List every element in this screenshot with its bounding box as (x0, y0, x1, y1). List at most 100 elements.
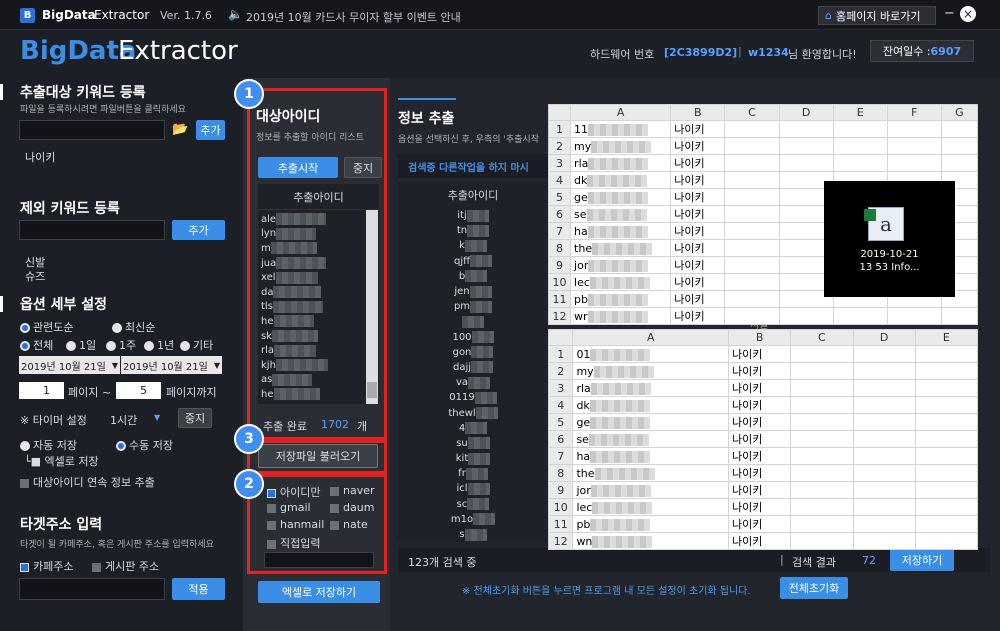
target-input[interactable] (19, 578, 165, 600)
sheet-col-header[interactable]: E (832, 104, 888, 121)
sheet-row-number[interactable]: 4 (547, 171, 572, 189)
auto-save-radio[interactable]: 자동 저장 (20, 437, 77, 453)
sheet-cell-empty[interactable] (724, 205, 780, 223)
close-button[interactable]: × (960, 6, 976, 22)
sheet-cell-b[interactable]: 나이키 (670, 171, 726, 189)
sheet-cell-empty[interactable] (790, 464, 854, 482)
result-list-item[interactable]: jen (398, 284, 548, 299)
sheet-cell-empty[interactable] (914, 430, 979, 448)
sheet-cell-empty[interactable] (724, 239, 780, 257)
reset-button[interactable]: 전체초기화 (780, 577, 848, 599)
sheet-cell-a[interactable]: ha (572, 447, 730, 465)
sheet-cell-empty[interactable] (914, 345, 979, 363)
sheet-col-header[interactable]: A (570, 104, 672, 121)
date-from-select[interactable]: 2019년 10월 21일 ▼ (19, 356, 120, 374)
sheet-cell-a[interactable]: the (572, 464, 730, 482)
sheet-cell-a[interactable]: se (570, 205, 672, 223)
sheet-row-number[interactable]: 12 (547, 532, 574, 550)
sheet-col-header[interactable]: A (572, 329, 730, 346)
sheet-col-header[interactable]: C (724, 104, 780, 121)
board-checkbox[interactable]: 게시판 주소 (92, 558, 159, 574)
sheet-row-number[interactable]: 3 (547, 379, 574, 397)
result-list-item[interactable]: 100 (398, 330, 548, 345)
sheet-col-header[interactable]: F (886, 104, 942, 121)
sheet-cell-a[interactable]: ge (570, 188, 672, 206)
sheet-cell-empty[interactable] (852, 379, 916, 397)
sheet-cell-empty[interactable] (724, 256, 780, 274)
sheet-cell-empty[interactable] (914, 498, 979, 516)
kw-input[interactable] (19, 120, 165, 140)
sheet-cell-a[interactable]: jor (572, 481, 730, 499)
period-all-radio[interactable]: 전체 (20, 337, 53, 353)
sheet-cell-empty[interactable] (914, 481, 979, 499)
sheet-cell-empty[interactable] (790, 447, 854, 465)
sheet-cell-empty[interactable] (778, 307, 834, 325)
ex-input[interactable] (19, 220, 165, 240)
sheet-cell-a[interactable]: rla (572, 379, 730, 397)
sheet-cell-a[interactable]: 01 (572, 345, 730, 363)
sheet-cell-empty[interactable] (940, 154, 979, 172)
sheet-cell-a[interactable]: lec (570, 273, 672, 291)
homepage-button[interactable]: ⌂ 홈페이지 바로가기 (818, 6, 936, 25)
sheet-cell-empty[interactable] (724, 307, 780, 325)
sheet-cell-empty[interactable] (886, 137, 942, 155)
result-list-item[interactable]: dajj (398, 360, 548, 375)
result-list-item[interactable]: thewl (398, 405, 548, 420)
result-list-item[interactable]: qjff (398, 254, 548, 269)
sheet-row-number[interactable]: 10 (547, 498, 574, 516)
excel-save-option[interactable]: └■ 엑셀로 저장 (24, 453, 99, 469)
sheet-cell-b[interactable]: 나이키 (670, 273, 726, 291)
file-icon-tile[interactable]: a 2019-10-21 13 53 Info... (824, 181, 955, 297)
sheet-cell-b[interactable]: 나이키 (728, 413, 792, 431)
sheet-cell-empty[interactable] (852, 515, 916, 533)
folder-icon[interactable]: 📂 (172, 122, 188, 137)
sheet-cell-b[interactable]: 나이키 (670, 188, 726, 206)
sheet-cell-empty[interactable] (790, 532, 854, 550)
sheet-cell-b[interactable]: 나이키 (728, 447, 792, 465)
sheet-cell-b[interactable]: 나이키 (670, 137, 726, 155)
sheet-cell-a[interactable]: my (572, 362, 730, 380)
sheet-cell-empty[interactable] (852, 447, 916, 465)
sheet-cell-empty[interactable] (832, 120, 888, 138)
sheet-row-number[interactable]: 9 (547, 256, 572, 274)
sheet-cell-empty[interactable] (790, 396, 854, 414)
sheet-cell-empty[interactable] (724, 273, 780, 291)
sheet-cell-empty[interactable] (886, 154, 942, 172)
sheet-cell-empty[interactable] (852, 362, 916, 380)
sheet-cell-empty[interactable] (724, 290, 780, 308)
sheet-cell-empty[interactable] (724, 120, 780, 138)
sheet-cell-a[interactable]: ha (570, 222, 672, 240)
result-list-item[interactable]: itj (398, 208, 548, 223)
sheet-cell-a[interactable]: wr (570, 307, 672, 325)
sheet-cell-empty[interactable] (790, 362, 854, 380)
chevron-down-icon[interactable]: ▼ (154, 413, 160, 422)
result-list-item[interactable]: gon (398, 345, 548, 360)
sheet-cell-empty[interactable] (790, 345, 854, 363)
sheet-cell-empty[interactable] (832, 307, 888, 325)
sheet-corner[interactable] (547, 329, 574, 346)
sheet-row-number[interactable]: 5 (547, 188, 572, 206)
sheet-cell-empty[interactable] (914, 413, 979, 431)
sheet-cell-empty[interactable] (790, 430, 854, 448)
sheet-row-number[interactable]: 1 (547, 120, 572, 138)
sheet-col-header[interactable]: G (940, 104, 979, 121)
sheet-cell-empty[interactable] (886, 307, 942, 325)
sheet-cell-empty[interactable] (790, 379, 854, 397)
save-button[interactable]: 저장하기 (890, 549, 954, 571)
period-etc-radio[interactable]: 기타 (180, 337, 213, 353)
period-1y-radio[interactable]: 1년 (144, 337, 174, 353)
sheet-cell-empty[interactable] (724, 154, 780, 172)
sheet-cell-empty[interactable] (778, 154, 834, 172)
sheet-cell-a[interactable]: dk (572, 396, 730, 414)
sheet-col-header[interactable]: D (852, 329, 916, 346)
result-list-item[interactable]: tn (398, 223, 548, 238)
sheet-cell-empty[interactable] (852, 430, 916, 448)
result-list-item[interactable]: b (398, 269, 548, 284)
sheet-cell-b[interactable]: 나이키 (670, 205, 726, 223)
sheet-cell-a[interactable]: rla (570, 154, 672, 172)
sheet-cell-a[interactable]: jor (570, 256, 672, 274)
result-list-item[interactable]: pm (398, 299, 548, 314)
sheet-cell-a[interactable]: wn (572, 532, 730, 550)
sheet-row-number[interactable]: 3 (547, 154, 572, 172)
sheet-cell-a[interactable]: 11 (570, 120, 672, 138)
